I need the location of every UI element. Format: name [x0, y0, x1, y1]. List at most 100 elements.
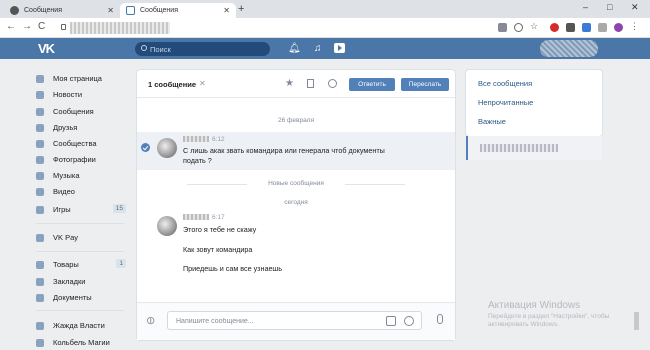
scrollbar[interactable] — [634, 312, 639, 330]
sidebar-item-label: Видео — [53, 187, 75, 196]
author-name-blurred — [183, 136, 209, 143]
sidebar-item-photos[interactable]: Фотографии — [32, 153, 128, 167]
nav-unread[interactable]: Непрочитанные — [478, 98, 533, 107]
menu-dots-icon[interactable]: ⋮ — [630, 21, 639, 31]
sidebar-item-bookmarks[interactable]: Закладки — [32, 275, 128, 289]
star-icon[interactable]: ★ — [285, 78, 294, 89]
tab-favicon-icon — [10, 6, 19, 15]
games-icon — [36, 206, 44, 214]
close-window-button[interactable]: ✕ — [631, 2, 639, 13]
sidebar-item-app[interactable]: Кольбель Магии — [32, 336, 128, 350]
game-app-icon — [36, 339, 44, 347]
microphone-icon[interactable] — [437, 314, 443, 324]
forward-button[interactable]: → — [22, 21, 32, 32]
check-icon[interactable] — [141, 143, 150, 152]
star-icon[interactable]: ☆ — [530, 21, 539, 31]
music-note-icon[interactable]: ♫ — [314, 43, 322, 54]
message-input[interactable] — [176, 315, 376, 327]
opera-extension-icon[interactable] — [550, 23, 559, 32]
chat-toolbar: 1 сообщение ✕ ★ Ответить Переслать — [137, 70, 455, 98]
messages-icon — [36, 108, 44, 116]
tab-favicon-icon — [126, 6, 135, 15]
sidebar-item-goods[interactable]: Товары 1 — [32, 258, 128, 272]
sidebar-item-label: Моя страница — [53, 74, 102, 83]
vk-logo[interactable]: VK — [38, 41, 55, 56]
sidebar-item-label: Музыка — [53, 171, 80, 180]
tab-title: Сообщения — [24, 7, 62, 14]
translate-icon[interactable] — [498, 23, 507, 32]
sidebar-item-vk-pay[interactable]: VK Pay — [32, 231, 128, 245]
extension-icon[interactable] — [582, 23, 591, 32]
message-selected[interactable]: 6:12 С лишь акак звать командира или ген… — [137, 132, 455, 170]
conversation-name-blurred — [480, 144, 558, 152]
back-button[interactable]: ← — [6, 21, 16, 32]
search-icon — [141, 45, 147, 51]
message-author: 6:12 — [183, 136, 225, 143]
sidebar-divider — [36, 223, 124, 224]
sidebar-item-my-page[interactable]: Моя страница — [32, 72, 128, 86]
message-text: Приедешь и сам все узнаешь — [183, 264, 282, 273]
home-icon — [36, 75, 44, 83]
sidebar-item-video[interactable]: Видео — [32, 185, 128, 199]
message-text: подать ? — [183, 156, 212, 165]
sidebar-item-games[interactable]: Игры 15 — [32, 203, 128, 217]
goods-icon — [36, 261, 44, 269]
browser-tab-active[interactable]: Сообщения ✕ — [120, 3, 236, 18]
sidebar-item-label: Друзья — [53, 123, 78, 132]
reload-button[interactable]: C — [38, 21, 45, 32]
zoom-icon[interactable] — [514, 23, 523, 32]
goods-count-badge: 1 — [116, 259, 126, 268]
play-icon[interactable] — [334, 43, 345, 53]
avatar — [157, 216, 177, 236]
reply-button[interactable]: Ответить — [349, 78, 395, 91]
bell-icon[interactable]: 🔔︎ — [288, 43, 301, 54]
nav-important[interactable]: Важные — [478, 117, 506, 126]
sidebar-item-label: Сообщества — [53, 139, 97, 148]
user-avatar-blurred[interactable] — [540, 40, 598, 57]
extension-icon[interactable] — [598, 23, 607, 32]
documents-icon — [36, 294, 44, 302]
sidebar-item-messages[interactable]: Сообщения — [32, 105, 128, 119]
search-box[interactable] — [135, 42, 270, 56]
sidebar-item-friends[interactable]: Друзья — [32, 121, 128, 135]
sidebar-item-music[interactable]: Музыка — [32, 169, 128, 183]
sidebar-item-communities[interactable]: Сообщества — [32, 137, 128, 151]
sidebar-item-app[interactable]: Жажда Власти — [32, 319, 128, 333]
smile-icon[interactable] — [404, 316, 414, 326]
extension-icon[interactable] — [566, 23, 575, 32]
sidebar-item-label: Фотографии — [53, 155, 96, 164]
url-field[interactable] — [58, 21, 488, 35]
close-tab-icon[interactable]: ✕ — [107, 3, 114, 18]
maximize-button[interactable]: □ — [607, 2, 612, 12]
lock-icon — [61, 24, 66, 30]
message-input-box[interactable] — [167, 311, 422, 330]
forward-button[interactable]: Переслать — [401, 78, 449, 91]
browser-tab-bar: Сообщения ✕ Сообщения ✕ + – □ ✕ — [0, 0, 650, 18]
browser-tab[interactable]: Сообщения ✕ — [4, 3, 120, 18]
profile-avatar-icon[interactable] — [614, 23, 623, 32]
conversation-item-selected[interactable] — [466, 136, 602, 160]
today-divider: сегодня — [284, 199, 308, 206]
sidebar-item-label: Игры — [53, 205, 71, 214]
search-input[interactable] — [150, 43, 260, 55]
camera-icon[interactable] — [386, 316, 396, 326]
sidebar-item-label: Закладки — [53, 277, 86, 286]
minimize-button[interactable]: – — [583, 2, 588, 12]
game-app-icon — [36, 322, 44, 330]
message-text: Этого я тебе не скажу — [183, 225, 257, 234]
nav-all-messages[interactable]: Все сообщения — [478, 79, 532, 88]
activation-line: активировать Windows. — [488, 321, 559, 328]
clear-selection-icon[interactable]: ✕ — [199, 79, 206, 88]
sidebar-divider — [36, 310, 124, 311]
sidebar-item-documents[interactable]: Документы — [32, 291, 128, 305]
trash-icon[interactable] — [307, 79, 314, 88]
sidebar-divider — [36, 251, 124, 252]
chat-panel: 1 сообщение ✕ ★ Ответить Переслать 26 фе… — [137, 70, 455, 340]
paperclip-icon[interactable]: ⊘ — [143, 313, 158, 328]
new-tab-button[interactable]: + — [238, 3, 244, 15]
spam-icon[interactable] — [328, 79, 337, 88]
sidebar-item-news[interactable]: Новости — [32, 88, 128, 102]
sidebar-item-label: Товары — [53, 260, 79, 269]
close-tab-icon[interactable]: ✕ — [223, 3, 230, 18]
message-composer: ⊘ — [137, 302, 455, 340]
